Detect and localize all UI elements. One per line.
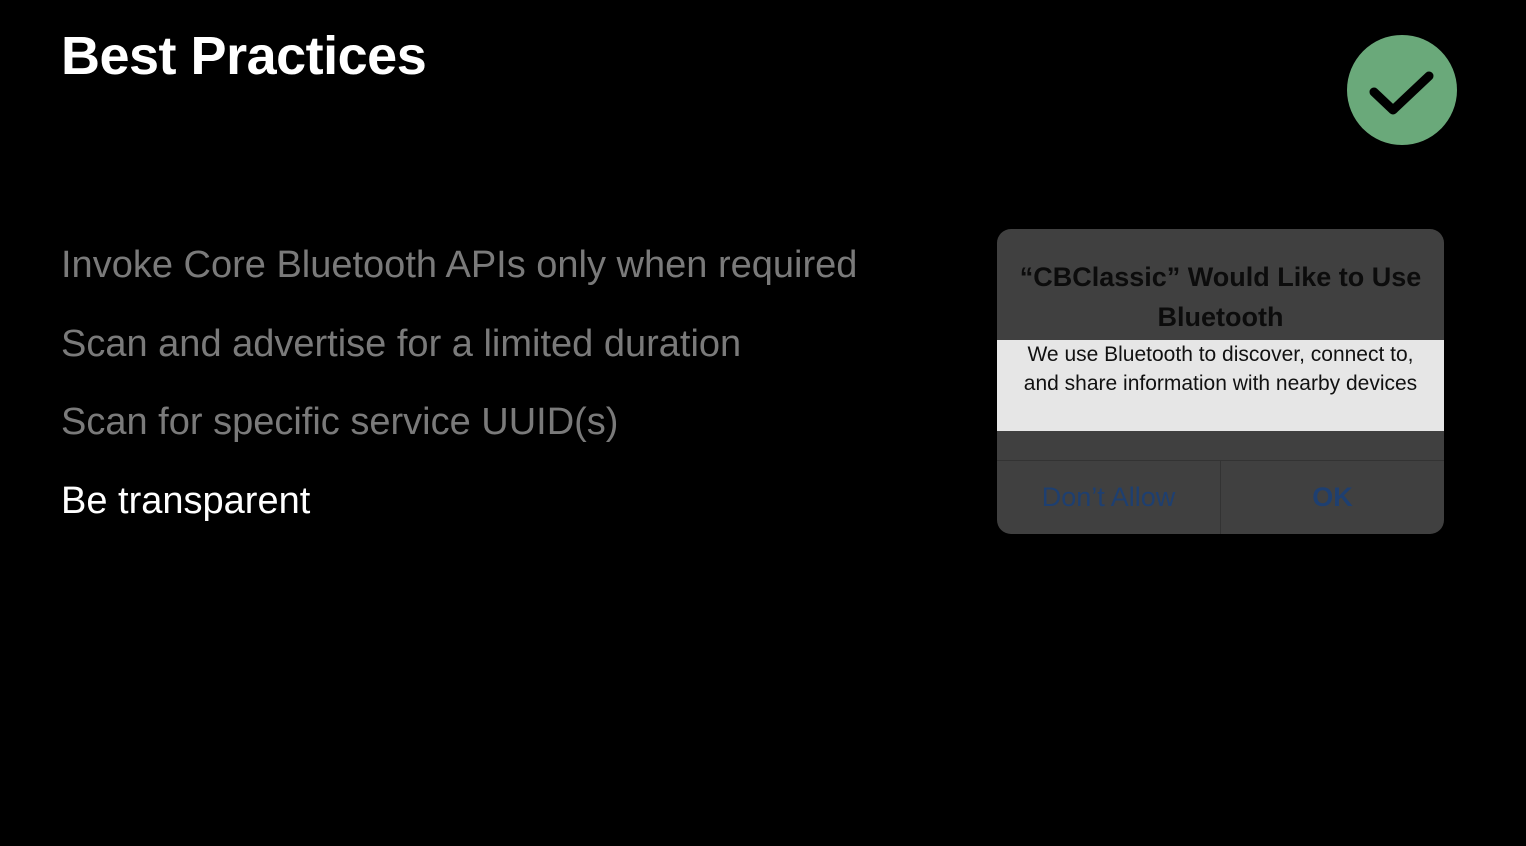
ok-button[interactable]: OK: [1221, 461, 1444, 534]
alert-message: We use Bluetooth to discover, connect to…: [997, 340, 1444, 431]
alert-title: “CBClassic” Would Like to Use Bluetooth: [1019, 262, 1422, 332]
bullet-be-transparent: Be transparent: [61, 479, 311, 522]
bullet-limited-duration: Scan and advertise for a limited duratio…: [61, 322, 742, 365]
bluetooth-permission-alert: “CBClassic” Would Like to Use Bluetooth …: [997, 229, 1444, 534]
slide-title: Best Practices: [61, 26, 427, 86]
checkmark-icon: [1347, 35, 1457, 145]
bullet-specific-uuids: Scan for specific service UUID(s): [61, 401, 619, 443]
bullet-invoke-apis: Invoke Core Bluetooth APIs only when req…: [61, 244, 858, 286]
dont-allow-button[interactable]: Don’t Allow: [997, 461, 1220, 534]
best-practices-list: Invoke Core Bluetooth APIs only when req…: [61, 226, 857, 540]
